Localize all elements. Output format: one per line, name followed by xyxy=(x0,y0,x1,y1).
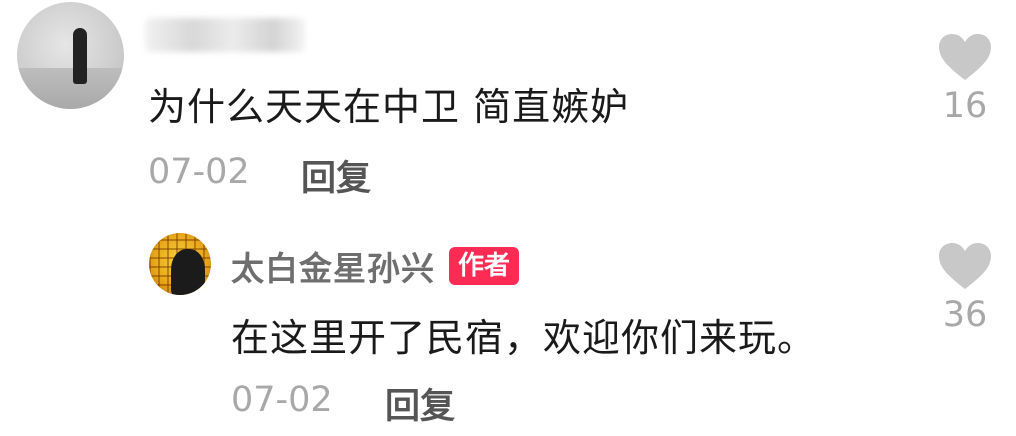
reply-header: 太白金星孙兴 作者 xyxy=(231,242,520,290)
avatar[interactable] xyxy=(17,2,124,109)
reply-text: 在这里开了民宿，欢迎你们来玩。 xyxy=(231,316,817,360)
heart-icon xyxy=(939,34,991,80)
like-button[interactable]: 16 xyxy=(935,32,995,126)
reply-date: 07-02 xyxy=(231,380,333,420)
author-avatar[interactable] xyxy=(149,233,211,295)
heart-icon xyxy=(939,243,991,289)
reply-button[interactable]: 回复 xyxy=(385,378,455,429)
reply-username[interactable]: 太白金星孙兴 xyxy=(231,242,435,290)
like-count: 16 xyxy=(942,86,988,126)
username-redacted[interactable] xyxy=(145,18,305,52)
avatar-background xyxy=(17,68,124,109)
comment-text: 为什么天天在中卫 简直嫉妒 xyxy=(148,85,630,129)
reply-button[interactable]: 回复 xyxy=(301,150,371,201)
avatar-figure xyxy=(73,28,87,84)
like-button[interactable]: 36 xyxy=(935,241,995,335)
like-count: 36 xyxy=(942,295,988,335)
comment-date: 07-02 xyxy=(148,152,250,192)
avatar-figure xyxy=(171,249,205,295)
author-badge: 作者 xyxy=(449,247,520,285)
